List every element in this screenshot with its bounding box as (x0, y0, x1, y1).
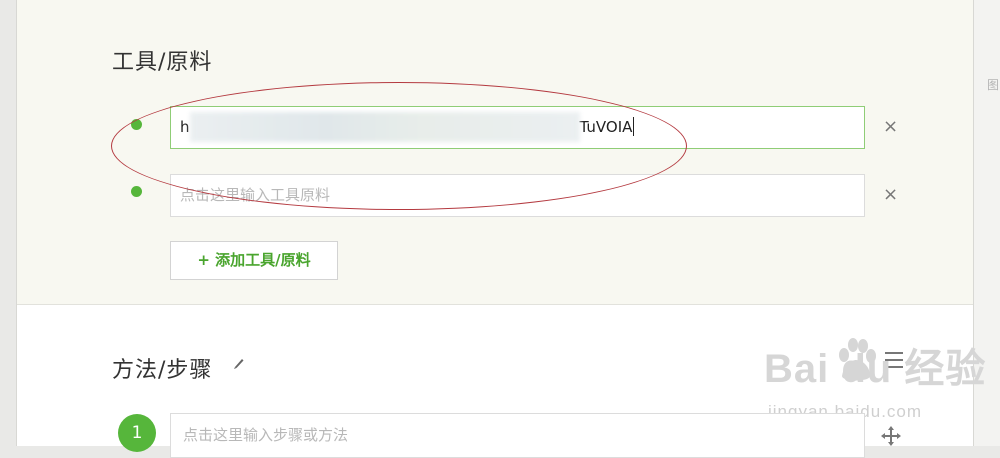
remove-tool-1-icon[interactable]: × (883, 116, 898, 137)
remove-tool-2-icon[interactable]: × (883, 184, 898, 205)
step-1-input[interactable]: 点击这里输入步骤或方法 (170, 413, 865, 458)
blurred-url (189, 111, 580, 142)
move-icon[interactable] (880, 425, 902, 447)
add-tool-button[interactable]: + 添加工具/原料 (170, 241, 338, 280)
tool-input-2[interactable]: 点击这里输入工具原料 (170, 174, 865, 217)
steps-section-title: 方法/步骤 (112, 358, 213, 383)
tool-item-bullet (131, 119, 142, 130)
text-caret (633, 116, 635, 136)
tool-input-1-suffix: TuVOIA (579, 118, 633, 136)
tool-input-1-prefix: h (180, 118, 190, 136)
pencil-icon[interactable] (232, 356, 244, 370)
tool-item-bullet (131, 186, 142, 197)
step-number-badge: 1 (118, 414, 156, 452)
tool-input-1[interactable]: h TuVOIA (170, 106, 865, 149)
tools-section-title: 工具/原料 (112, 50, 213, 75)
watermark-logo: Bai du 经验 (764, 347, 987, 391)
step-1-placeholder: 点击这里输入步骤或方法 (183, 426, 349, 444)
tool-input-2-placeholder: 点击这里输入工具原料 (180, 186, 331, 204)
side-glyph: 图 (987, 78, 1000, 92)
